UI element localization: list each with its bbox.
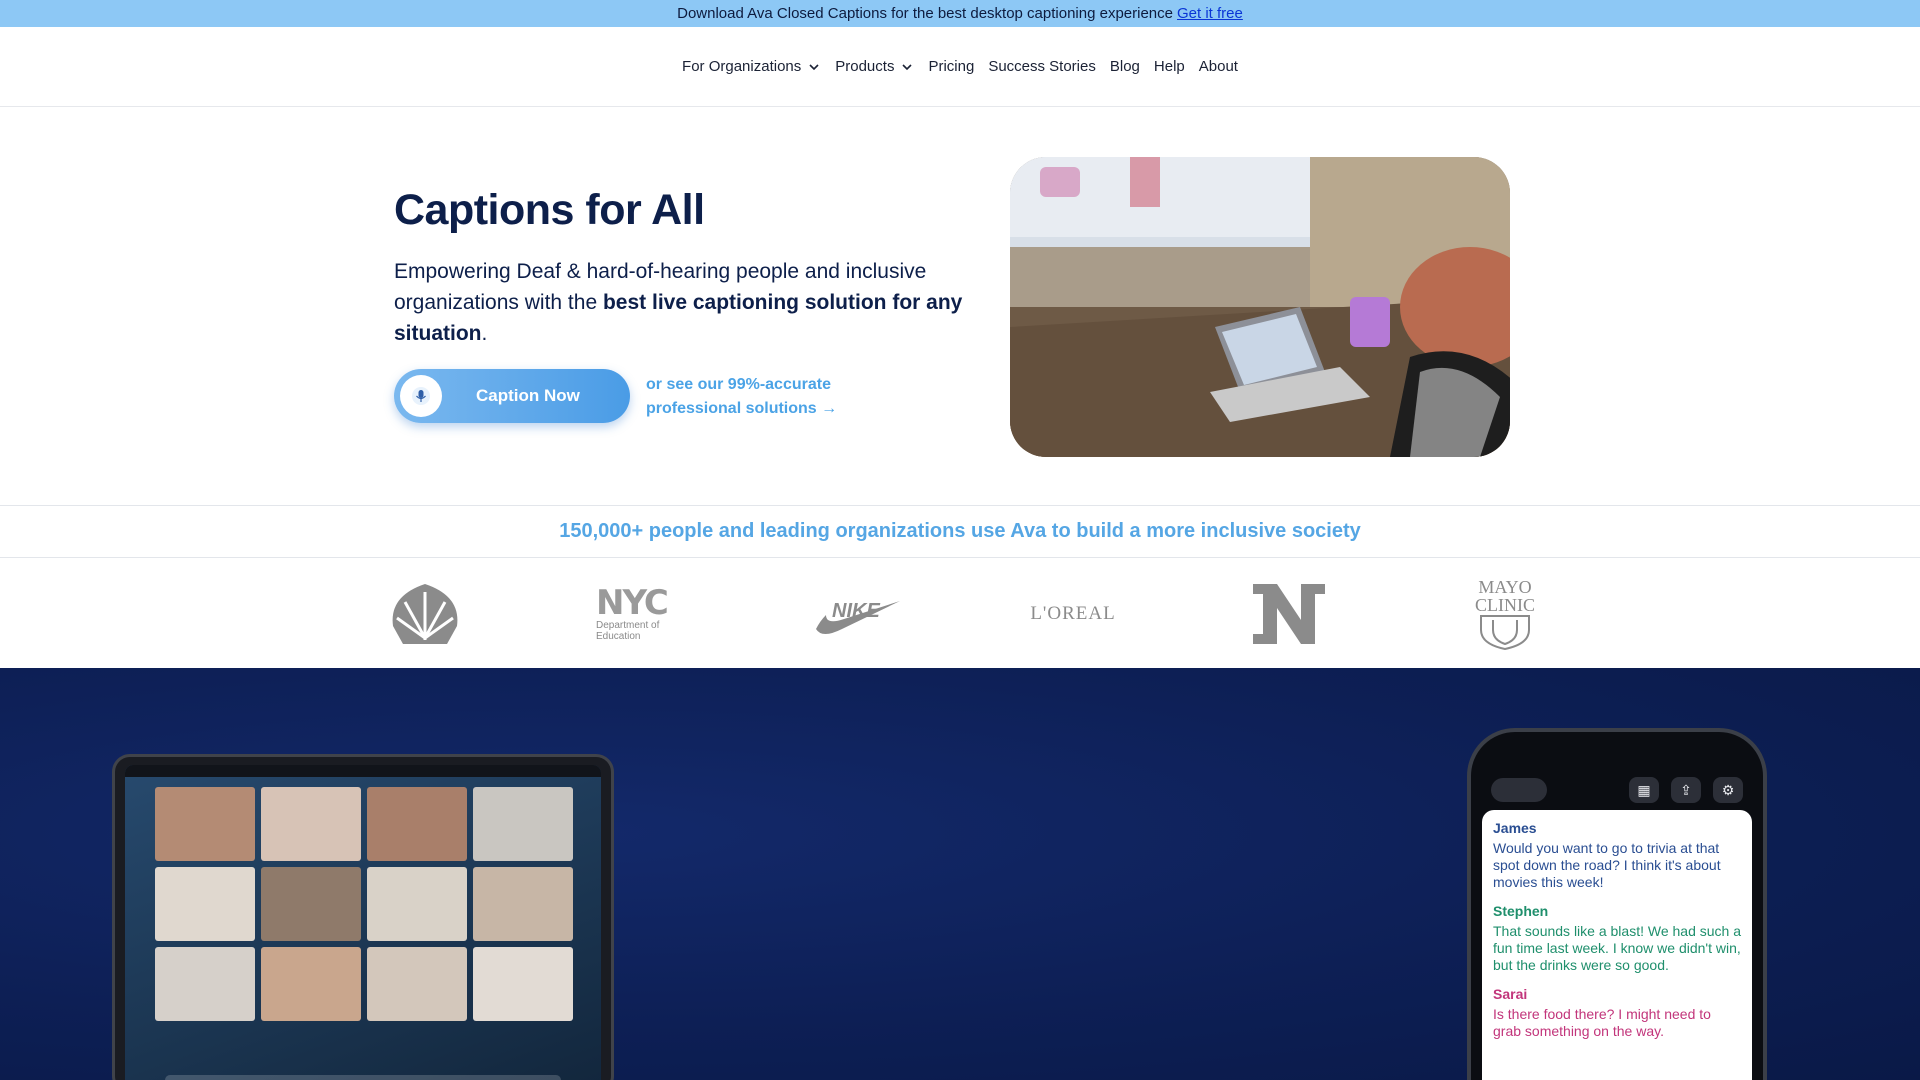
nav-blog[interactable]: Blog	[1103, 58, 1147, 75]
mayo-line2: CLINIC	[1475, 595, 1535, 615]
caption-message: Would you want to go to trivia at that s…	[1493, 840, 1721, 890]
svg-text:NIKE: NIKE	[832, 600, 880, 622]
nav-for-organizations[interactable]: For Organizations	[675, 58, 828, 75]
banner-text: Download Ava Closed Captions for the bes…	[677, 5, 1173, 22]
share-icon[interactable]: ⇪	[1671, 777, 1701, 803]
hero-subtitle: Empowering Deaf & hard-of-hearing people…	[394, 256, 974, 349]
mayo-line1: MAYO	[1478, 577, 1532, 597]
caption-now-button[interactable]: Caption Now	[394, 369, 630, 423]
main-nav: For Organizations Products Pricing Succe…	[0, 27, 1920, 107]
nav-label: Products	[835, 58, 895, 75]
hero-subtitle-end: .	[481, 322, 488, 345]
nav-about[interactable]: About	[1192, 58, 1245, 75]
mayo-shield-icon	[1480, 615, 1530, 650]
gear-icon[interactable]: ⚙	[1713, 777, 1743, 803]
video-call-grid	[155, 787, 575, 1021]
mayo-clinic-logo: MAYO CLINIC	[1460, 574, 1550, 654]
mac-dock	[165, 1075, 561, 1080]
chevron-down-icon	[809, 63, 819, 70]
professional-solutions-link[interactable]: or see our 99%-accurate professional sol…	[646, 373, 866, 421]
microphone-icon	[400, 375, 442, 417]
chevron-down-icon	[902, 63, 913, 70]
loreal-logo: L'OREAL	[1028, 574, 1118, 654]
nav-label: For Organizations	[682, 58, 802, 75]
nav-products[interactable]: Products	[828, 58, 921, 75]
mac-menubar	[125, 765, 601, 777]
nav-pricing[interactable]: Pricing	[921, 58, 981, 75]
shell-logo	[380, 574, 470, 654]
caption-now-label: Caption Now	[476, 386, 580, 405]
caption-message: Is there food there? I might need to gra…	[1493, 1006, 1711, 1039]
qr-code-icon[interactable]: ▦	[1629, 777, 1659, 803]
speaker-name: Sarai	[1493, 986, 1528, 1002]
top-banner: Download Ava Closed Captions for the bes…	[0, 0, 1920, 27]
laptop-mockup	[112, 754, 614, 1080]
nav-help[interactable]: Help	[1147, 58, 1192, 75]
nike-logo: NIKE	[812, 574, 902, 654]
product-showcase: ▦ ⇪ ⚙ James Would you want to go to triv…	[0, 668, 1920, 1080]
speaker-name: Stephen	[1493, 903, 1549, 919]
phone-mockup: ▦ ⇪ ⚙ James Would you want to go to triv…	[1467, 728, 1767, 1080]
hero-photo	[1010, 157, 1510, 457]
loreal-wordmark: L'OREAL	[1030, 603, 1116, 624]
get-it-free-link[interactable]: Get it free	[1177, 5, 1243, 22]
hero-title: Captions for All	[394, 186, 705, 234]
laptop-screen	[125, 765, 601, 1080]
social-proof-headline: 150,000+ people and leading organization…	[0, 505, 1920, 558]
nyc-doe-line1: Department of	[596, 620, 660, 631]
phone-toolbar: ▦ ⇪ ⚙	[1491, 770, 1743, 810]
notre-dame-logo	[1244, 574, 1334, 654]
nyc-doe-line2: Education	[596, 631, 641, 642]
participants-badge[interactable]	[1491, 778, 1547, 802]
speaker-name: James	[1493, 820, 1537, 836]
transcript-card: James Would you want to go to trivia at …	[1482, 810, 1752, 1080]
caption-message: That sounds like a blast! We had such a …	[1493, 923, 1741, 973]
customer-logos: NYC Department of Education NIKE L'OREAL…	[0, 558, 1920, 668]
nav-success-stories[interactable]: Success Stories	[981, 58, 1103, 75]
nyc-doe-logo: NYC Department of Education	[596, 583, 669, 642]
